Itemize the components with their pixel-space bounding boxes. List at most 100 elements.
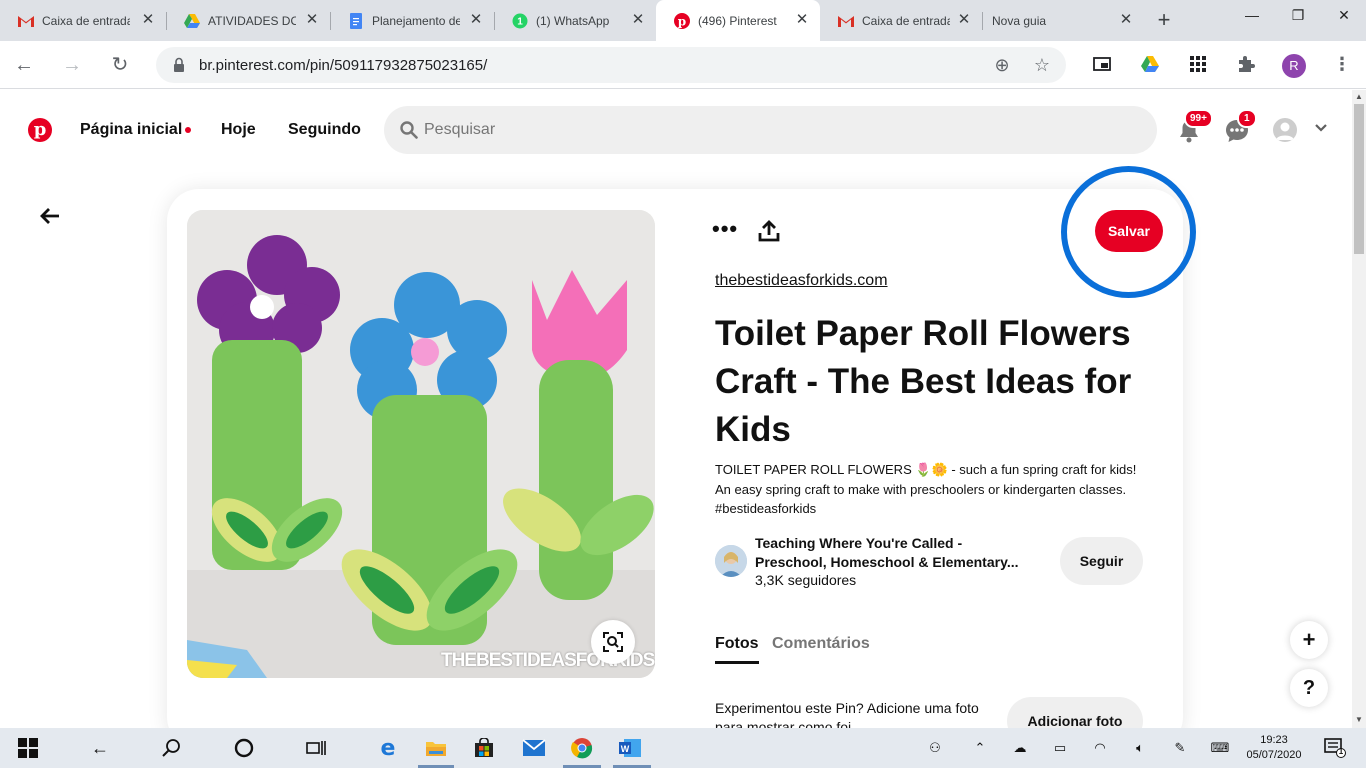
scroll-down-arrow-icon[interactable]: ▼ [1355,716,1363,724]
add-circle-icon[interactable]: ⊕ [992,55,1012,75]
cortana-icon[interactable] [232,736,256,760]
task-view-icon[interactable] [304,736,328,760]
messages-badge: 1 [1237,109,1257,128]
notification-count: 1 [1338,747,1344,756]
nav-home[interactable]: Página inicial [80,121,192,139]
nav-home-label: Página inicial [80,121,183,138]
creator-avatar[interactable] [715,545,747,577]
taskbar-search-icon[interactable] [160,736,184,760]
clock-time: 19:23 [1260,734,1288,746]
tab-gmail-2[interactable]: Caixa de entrada ✕ [820,0,982,41]
scroll-up-arrow-icon[interactable]: ▲ [1355,93,1363,101]
whatsapp-icon: 1 [512,13,528,29]
clock-date: 05/07/2020 [1246,749,1302,761]
tab-gmail-1[interactable]: Caixa de entrada ✕ [0,0,166,41]
tab-title: (1) WhatsApp [536,13,610,28]
taskbar-clock[interactable]: 19:23 05/07/2020 [1246,733,1302,763]
close-icon[interactable]: ✕ [956,12,972,28]
word-icon[interactable]: W [618,736,642,760]
pen-icon[interactable]: ✎ [1171,740,1189,756]
nav-following[interactable]: Seguindo [288,121,361,139]
windows-taskbar: ← e W ⚇ ⌃ ☁ ▭ ◠ 🔈︎ ✎ ⌨ 19:23 05/07/2020 … [0,728,1366,768]
extensions-puzzle-icon[interactable] [1235,53,1257,75]
save-button[interactable]: Salvar [1095,210,1163,252]
battery-icon[interactable]: ▭ [1051,740,1069,756]
user-avatar[interactable] [1273,118,1297,142]
pinterest-icon: p [674,12,690,29]
tab-whatsapp[interactable]: 1 (1) WhatsApp ✕ [494,0,656,41]
new-tab-icon[interactable]: + [1154,9,1174,31]
follow-button[interactable]: Seguir [1060,537,1143,585]
visual-search-button[interactable] [591,620,635,664]
docs-icon [348,12,364,29]
browser-tab-strip: Caixa de entrada ✕ ATIVIDADES DO ✕ Plane… [0,0,1366,41]
tab-pinterest[interactable]: p (496) Pinterest ✕ [656,0,820,41]
svg-text:1: 1 [517,16,523,27]
close-icon[interactable]: ✕ [1118,12,1134,28]
nav-today[interactable]: Hoje [221,121,256,139]
close-icon[interactable]: ✕ [140,12,156,28]
chrome-menu-icon[interactable]: ⋮ [1331,53,1353,75]
tab-comments[interactable]: Comentários [772,635,870,653]
tab-docs[interactable]: Planejamento de ✕ [330,0,494,41]
pinterest-logo[interactable]: p [28,118,52,142]
restore-icon[interactable]: ❐ [1275,0,1321,30]
picture-in-picture-icon[interactable] [1091,53,1113,75]
close-icon[interactable]: ✕ [794,12,810,28]
source-link[interactable]: thebestideasforkids.com [715,272,888,290]
taskbar-back-icon[interactable]: ← [88,736,112,760]
forward-icon[interactable]: → [60,53,84,77]
pin-title: Toilet Paper Roll Flowers Craft - The Be… [715,314,1132,449]
close-icon[interactable]: ✕ [304,12,320,28]
search-bar[interactable] [384,106,1157,154]
search-input[interactable] [424,120,1124,140]
chrome-taskbar-icon[interactable] [570,736,594,760]
back-arrow-icon[interactable] [38,204,62,228]
gmail-icon [838,13,854,29]
close-icon[interactable]: ✕ [468,12,484,28]
tab-new[interactable]: Nova guia ✕ [982,0,1144,41]
creator-name[interactable]: Teaching Where You're Called - Preschool… [755,534,1030,572]
show-hidden-icons-chevron-icon[interactable]: ⌃ [971,740,989,756]
extension-drive-icon[interactable] [1139,53,1161,75]
browser-toolbar: ← → ↻ br.pinterest.com/pin/5091179328750… [0,41,1366,89]
close-icon[interactable]: ✕ [630,12,646,28]
keyboard-icon[interactable]: ⌨ [1208,740,1232,756]
minimize-icon[interactable]: — [1229,0,1275,30]
create-plus-button[interactable]: + [1290,621,1328,659]
chevron-down-icon[interactable] [1313,120,1329,136]
window-close-icon[interactable]: ✕ [1321,0,1366,30]
onedrive-icon[interactable]: ☁ [1011,740,1029,756]
lock-icon [174,57,184,72]
action-center-icon[interactable]: 1 [1324,738,1346,758]
page-scrollbar[interactable]: ▲ ▼ [1352,90,1366,728]
tab-title: Planejamento de [372,13,460,28]
scrollbar-thumb[interactable] [1354,104,1364,254]
creator-followers: 3,3K seguidores [755,572,857,588]
windows-start-icon[interactable] [16,736,40,760]
extension-grid-icon[interactable] [1187,53,1209,75]
edge-icon[interactable]: e [376,736,400,760]
address-bar[interactable]: br.pinterest.com/pin/509117932875023165/… [156,47,1066,83]
chrome-profile-avatar[interactable]: R [1282,54,1306,78]
tab-drive[interactable]: ATIVIDADES DO ✕ [166,0,330,41]
tab-photos[interactable]: Fotos [715,635,759,664]
volume-icon[interactable]: 🔈︎ [1131,740,1149,756]
people-icon[interactable]: ⚇ [926,740,944,756]
share-icon[interactable] [757,219,781,243]
reload-icon[interactable]: ↻ [108,53,132,77]
svg-text:p: p [678,14,686,28]
help-button[interactable]: ? [1290,669,1328,707]
url-text[interactable]: br.pinterest.com/pin/509117932875023165/ [199,57,487,74]
pin-image[interactable]: THEBESTIDEASFORKIDS.COM [187,210,655,678]
gmail-icon [18,13,34,29]
wifi-icon[interactable]: ◠ [1091,740,1109,756]
mail-icon[interactable] [522,736,546,760]
more-options-icon[interactable]: ••• [712,218,738,242]
bookmark-star-icon[interactable]: ☆ [1032,55,1052,75]
tab-title: ATIVIDADES DO [208,13,296,28]
file-explorer-icon[interactable] [424,736,448,760]
back-icon[interactable]: ← [12,53,36,77]
store-icon[interactable] [472,736,496,760]
tab-title: Caixa de entrada [862,13,950,28]
